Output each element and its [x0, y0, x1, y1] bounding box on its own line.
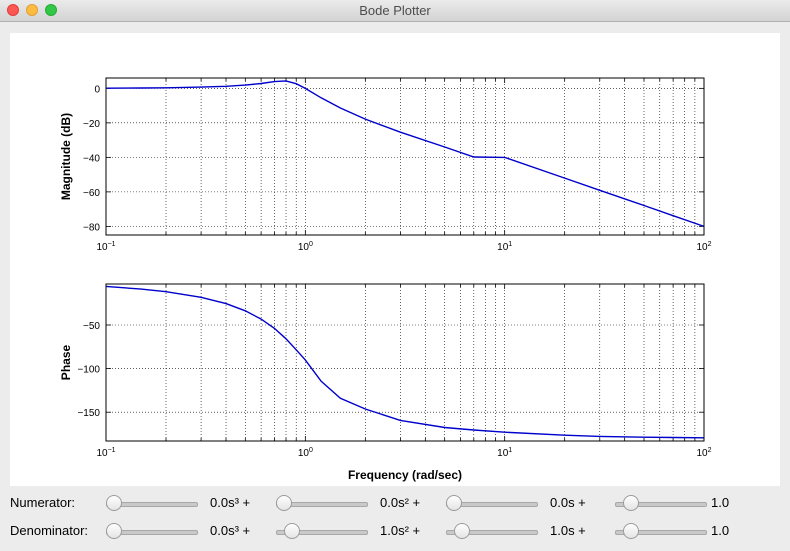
- y-tick-label: −100: [77, 365, 100, 376]
- y-tick-label: 0: [94, 84, 100, 95]
- denominator-s0-slider[interactable]: [615, 523, 707, 539]
- y-tick-label: −40: [83, 153, 100, 164]
- slider-knob[interactable]: [276, 495, 292, 511]
- numerator-s1-slider[interactable]: [446, 495, 538, 511]
- denominator-s0-value: 1.0: [711, 523, 730, 538]
- magnitude-axis-label: Magnitude (dB): [59, 113, 73, 200]
- slider-knob[interactable]: [622, 523, 639, 539]
- numerator-s3-slider[interactable]: [106, 495, 198, 511]
- denominator-row: Denominator: 0.0s³ + 1.0s² + 1.0s + 1.0: [0, 521, 790, 541]
- numerator-s2-value: 0.0s² +: [380, 495, 421, 510]
- frequency-axis-label: Frequency (rad/sec): [348, 468, 462, 482]
- numerator-s1-value: 0.0s +: [550, 495, 586, 510]
- denominator-s3-slider[interactable]: [106, 523, 198, 539]
- plot-canvas: 0 −20 −40 −60 −80 10−1 100 101 102 Magnitude (dB)…: [10, 33, 780, 486]
- y-tick-label: −60: [83, 188, 100, 199]
- y-tick-label: −50: [83, 321, 100, 332]
- x-tick-label: 100: [298, 447, 313, 459]
- phase-curve: [105, 285, 705, 439]
- numerator-s2-slider[interactable]: [276, 495, 368, 511]
- numerator-s0-slider[interactable]: [615, 495, 707, 511]
- denominator-s3-value: 0.0s³ +: [210, 523, 251, 538]
- plot-frame: [105, 77, 705, 236]
- x-tick-label: 10−1: [96, 447, 115, 459]
- y-tick-label: −80: [83, 222, 100, 233]
- numerator-label: Numerator:: [10, 495, 76, 510]
- slider-knob[interactable]: [106, 495, 122, 511]
- x-tick-label: 101: [497, 241, 512, 253]
- denominator-s2-slider[interactable]: [276, 523, 368, 539]
- denominator-label: Denominator:: [10, 523, 89, 538]
- slider-knob[interactable]: [622, 495, 639, 511]
- y-tick-label: −20: [83, 119, 100, 130]
- x-tick-label: 102: [696, 241, 711, 253]
- app-window: Bode Plotter 0 −20 −40 −60 −80 10−1 100 101 102 M…: [0, 0, 790, 551]
- x-tick-label: 10−1: [96, 241, 115, 253]
- denominator-s1-value: 1.0s +: [550, 523, 586, 538]
- title-bar: Bode Plotter: [0, 0, 790, 22]
- slider-knob[interactable]: [453, 523, 470, 539]
- slider-knob[interactable]: [106, 523, 122, 539]
- x-tick-label: 101: [497, 447, 512, 459]
- numerator-s3-value: 0.0s³ +: [210, 495, 251, 510]
- y-tick-label: −150: [77, 408, 100, 419]
- plot-frame: [105, 283, 705, 442]
- magnitude-curve: [105, 80, 705, 228]
- phase-axis-label: Phase: [59, 344, 73, 380]
- slider-knob[interactable]: [283, 523, 300, 539]
- numerator-s0-value: 1.0: [711, 495, 730, 510]
- bode-plot: 0 −20 −40 −60 −80 10−1 100 101 102 Magnitude (dB)…: [59, 77, 712, 482]
- denominator-s2-value: 1.0s² +: [380, 523, 421, 538]
- x-tick-label: 100: [298, 241, 313, 253]
- denominator-s1-slider[interactable]: [446, 523, 538, 539]
- x-tick-label: 102: [696, 447, 711, 459]
- slider-knob[interactable]: [446, 495, 462, 511]
- numerator-row: Numerator: 0.0s³ + 0.0s² + 0.0s + 1.0: [0, 493, 790, 513]
- window-title: Bode Plotter: [359, 3, 431, 18]
